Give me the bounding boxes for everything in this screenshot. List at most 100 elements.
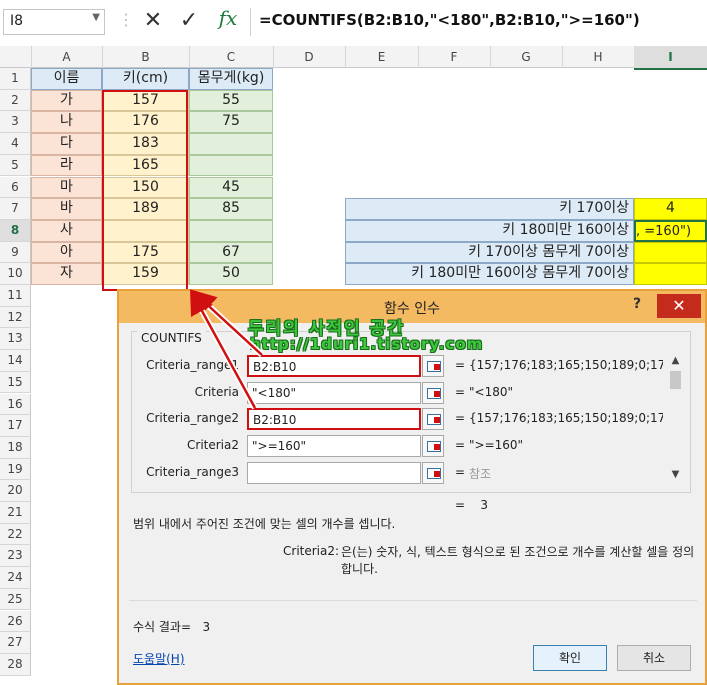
cell-c7[interactable]: 85	[189, 198, 273, 220]
criteria-result-3[interactable]	[634, 241, 707, 264]
arguments-scrollbar[interactable]: ▲ ▼	[667, 355, 684, 485]
arg-label-3: Criteria_range2	[146, 411, 239, 425]
separator-dots: ⋮	[118, 10, 134, 29]
help-icon[interactable]: ?	[633, 296, 653, 312]
chevron-down-icon[interactable]: ▼	[92, 12, 100, 23]
cell-c8[interactable]	[189, 219, 273, 242]
row-header-13[interactable]: 13	[0, 328, 31, 351]
help-link[interactable]: 도움말(H)	[133, 650, 185, 667]
row-header-28[interactable]: 28	[0, 653, 31, 676]
cancel-formula-button[interactable]: ✕	[140, 8, 166, 36]
cell-a10[interactable]: 자	[31, 263, 102, 285]
cell-a8[interactable]: 사	[31, 219, 102, 242]
scroll-thumb[interactable]	[670, 371, 681, 389]
row-header-3[interactable]: 3	[0, 111, 31, 134]
dialog-title-bar[interactable]: 함수 인수 ? ✕	[119, 291, 705, 323]
criteria-label-2[interactable]: 키 180미만 160이상	[345, 219, 634, 242]
column-header-e[interactable]: E	[345, 46, 419, 68]
collapse-dialog-icon[interactable]	[422, 435, 444, 457]
row-header-15[interactable]: 15	[0, 371, 31, 394]
cell-c6[interactable]: 45	[189, 176, 273, 199]
cell-c4[interactable]	[189, 133, 273, 155]
row-header-23[interactable]: 23	[0, 545, 31, 568]
cell-b1[interactable]: 키(cm)	[102, 68, 189, 90]
row-header-8[interactable]: 8	[0, 219, 31, 242]
row-header-25[interactable]: 25	[0, 588, 31, 611]
arg-result-3: {157;176;183;165;150;189;0;175;1	[469, 411, 663, 425]
row-header-26[interactable]: 26	[0, 610, 31, 633]
column-header-i[interactable]: I	[634, 46, 707, 70]
criteria-label-4[interactable]: 키 180미만 160이상 몸무게 70이상	[345, 263, 634, 285]
cell-a1[interactable]: 이름	[31, 68, 102, 90]
cell-a4[interactable]: 다	[31, 133, 102, 155]
arg-result-4: ">=160"	[469, 438, 524, 452]
column-header-a[interactable]: A	[31, 46, 103, 68]
row-header-14[interactable]: 14	[0, 350, 31, 372]
criteria-result-2[interactable]: , =160")	[634, 219, 707, 242]
enter-formula-button[interactable]: ✓	[176, 8, 202, 36]
column-header-g[interactable]: G	[490, 46, 563, 68]
cell-c10[interactable]: 50	[189, 263, 273, 285]
arg-result-1: {157;176;183;165;150;189;0;17...	[469, 358, 663, 372]
arg-input-1[interactable]: B2:B10	[247, 355, 421, 377]
arg-input-2[interactable]: "<180"	[247, 382, 421, 404]
arg-input-3[interactable]: B2:B10	[247, 408, 421, 430]
row-header-22[interactable]: 22	[0, 523, 31, 546]
collapse-dialog-icon[interactable]	[422, 355, 444, 377]
formula-input[interactable]: =COUNTIFS(B2:B10,"<180",B2:B10,">=160")	[250, 8, 705, 36]
row-header-10[interactable]: 10	[0, 263, 31, 285]
row-header-2[interactable]: 2	[0, 89, 31, 112]
row-header-11[interactable]: 11	[0, 285, 31, 307]
row-header-19[interactable]: 19	[0, 458, 31, 481]
row-header-21[interactable]: 21	[0, 502, 31, 524]
cell-a9[interactable]: 아	[31, 241, 102, 264]
cell-c3[interactable]: 75	[189, 111, 273, 134]
row-header-4[interactable]: 4	[0, 133, 31, 155]
row-header-18[interactable]: 18	[0, 436, 31, 459]
cell-c1[interactable]: 몸무게(kg)	[189, 68, 273, 90]
divider	[129, 600, 697, 601]
collapse-dialog-icon[interactable]	[422, 408, 444, 430]
column-header-d[interactable]: D	[273, 46, 346, 68]
row-header-7[interactable]: 7	[0, 198, 31, 220]
criteria-label-3[interactable]: 키 170이상 몸무게 70이상	[345, 241, 634, 264]
criteria-result-1[interactable]: 4	[634, 198, 707, 220]
arg-input-4[interactable]: ">=160"	[247, 435, 421, 457]
scroll-down-icon[interactable]: ▼	[667, 469, 684, 483]
row-header-16[interactable]: 16	[0, 393, 31, 416]
collapse-dialog-icon[interactable]	[422, 462, 444, 484]
cell-a7[interactable]: 바	[31, 198, 102, 220]
arg-input-5[interactable]	[247, 462, 421, 484]
row-header-20[interactable]: 20	[0, 480, 31, 502]
close-dialog-button[interactable]: ✕	[657, 294, 701, 318]
row-header-27[interactable]: 27	[0, 632, 31, 654]
row-header-1[interactable]: 1	[0, 68, 31, 90]
cell-c5[interactable]	[189, 154, 273, 177]
column-header-h[interactable]: H	[562, 46, 635, 68]
cell-a6[interactable]: 마	[31, 176, 102, 199]
row-header-24[interactable]: 24	[0, 567, 31, 589]
ok-button[interactable]: 확인	[533, 645, 607, 671]
column-header-b[interactable]: B	[102, 46, 190, 68]
column-header-c[interactable]: C	[189, 46, 274, 68]
cell-c2[interactable]: 55	[189, 89, 273, 112]
row-header-9[interactable]: 9	[0, 241, 31, 264]
row-header-6[interactable]: 6	[0, 176, 31, 199]
scroll-up-icon[interactable]: ▲	[667, 355, 684, 369]
criteria-label-1[interactable]: 키 170이상	[345, 198, 634, 220]
row-header-5[interactable]: 5	[0, 154, 31, 177]
criteria-result-4[interactable]	[634, 263, 707, 285]
cell-a5[interactable]: 라	[31, 154, 102, 177]
select-all-corner[interactable]	[0, 46, 32, 68]
cancel-button[interactable]: 취소	[617, 645, 691, 671]
cell-a3[interactable]: 나	[31, 111, 102, 134]
cell-c9[interactable]: 67	[189, 241, 273, 264]
collapse-dialog-icon[interactable]	[422, 382, 444, 404]
row-header-17[interactable]: 17	[0, 415, 31, 437]
row-header-12[interactable]: 12	[0, 306, 31, 329]
column-header-f[interactable]: F	[418, 46, 491, 68]
name-box[interactable]: I8 ▼	[3, 9, 105, 35]
cell-a2[interactable]: 가	[31, 89, 102, 112]
insert-function-button[interactable]: fx	[213, 6, 243, 36]
arg-eq: =	[455, 358, 466, 372]
